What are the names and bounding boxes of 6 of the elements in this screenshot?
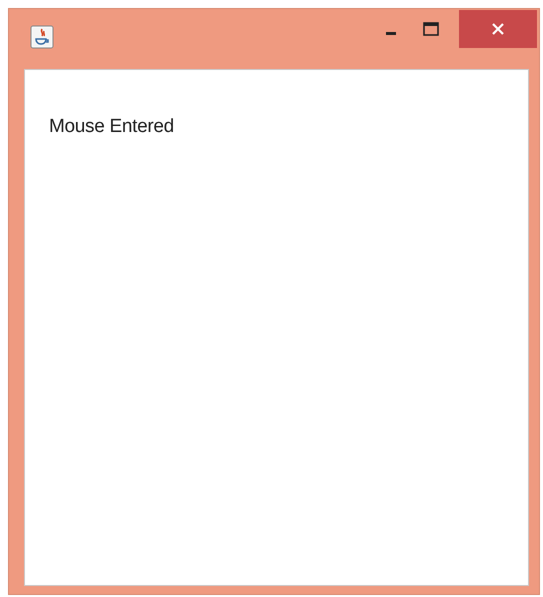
- maximize-icon: [423, 22, 439, 36]
- close-icon: [491, 22, 505, 36]
- status-label: Mouse Entered: [49, 116, 174, 137]
- close-button[interactable]: [459, 10, 537, 48]
- app-icon: [30, 25, 54, 49]
- minimize-icon: [386, 32, 396, 34]
